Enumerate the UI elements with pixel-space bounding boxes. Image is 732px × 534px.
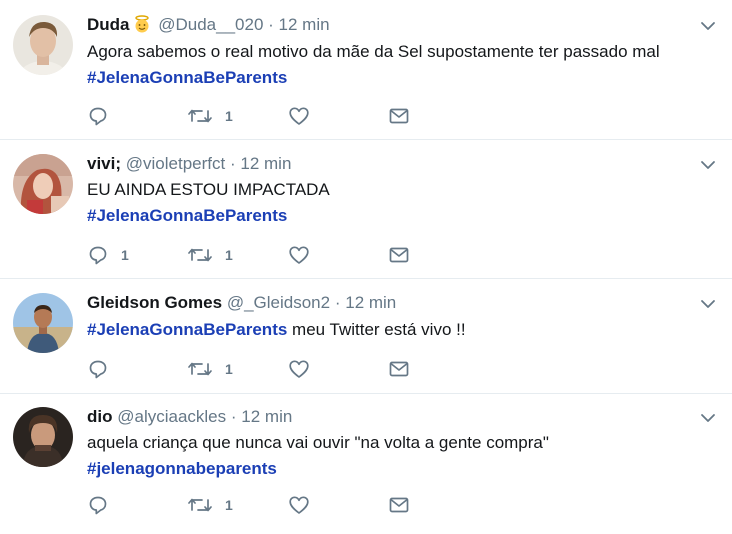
retweet-count: 1 [225,361,233,377]
user-screenname[interactable]: @violetperfct [126,154,225,173]
timeline: Duda @Duda__020 · 12 min Agora sabemos o… [0,0,732,534]
user-screenname[interactable]: @alyciaackles [117,407,226,426]
tweet-text: Agora sabemos o real motivo da mãe da Se… [87,39,660,91]
direct-message-button[interactable] [388,358,410,380]
tweet-text-line: EU AINDA ESTOU IMPACTADA [87,180,330,199]
user-fullname[interactable]: vivi; [87,154,121,173]
tweet-timestamp[interactable]: 12 min [241,407,292,426]
reply-count: 1 [121,247,129,263]
tweet-text: #JelenaGonnaBeParents meu Twitter está v… [87,317,466,343]
reply-button[interactable]: 1 [87,244,129,266]
tweet-text-line: aquela criança que nunca vai ouvir "na v… [87,433,549,452]
chevron-down-icon[interactable] [700,411,716,423]
angel-icon [132,15,152,33]
like-icon [288,358,310,380]
retweet-button[interactable]: 1 [187,244,233,266]
direct-message-button[interactable] [388,105,410,127]
like-icon [288,244,310,266]
retweet-icon [187,494,213,516]
tweet-text-after-hashtag: meu Twitter está vivo !! [287,320,466,339]
retweet-count: 1 [225,497,233,513]
direct-message-icon [388,358,410,380]
reply-icon [87,358,109,380]
chevron-down-icon[interactable] [700,158,716,170]
direct-message-button[interactable] [388,494,410,516]
user-screenname[interactable]: @Duda__020 [158,15,263,34]
direct-message-icon [388,105,410,127]
separator: · [268,15,274,34]
separator: · [230,407,237,426]
tweet-header: Gleidson Gomes @_Gleidson2 · 12 min [87,293,396,313]
retweet-button[interactable]: 1 [187,494,233,516]
like-icon [288,105,310,127]
tweet-actions: 1 [87,494,427,516]
like-button[interactable] [288,244,310,266]
chevron-down-icon[interactable] [700,297,716,309]
tweet-actions: 1 [87,358,427,380]
direct-message-button[interactable] [388,244,410,266]
reply-button[interactable] [87,105,121,127]
tweet-header: vivi; @violetperfct · 12 min [87,154,291,174]
avatar[interactable] [13,154,73,214]
hashtag-link[interactable]: #JelenaGonnaBeParents [87,68,287,87]
tweet-actions: 1 [87,105,427,127]
tweet-actions: 1 1 [87,244,427,266]
reply-button[interactable] [87,494,121,516]
tweet[interactable]: Gleidson Gomes @_Gleidson2 · 12 min #Jel… [0,279,732,394]
retweet-icon [187,105,213,127]
tweet[interactable]: dio @alyciaackles · 12 min aquela crianç… [0,394,732,534]
retweet-count: 1 [225,108,233,124]
avatar[interactable] [13,293,73,353]
tweet-timestamp[interactable]: 12 min [345,293,396,312]
avatar[interactable] [13,15,73,75]
hashtag-link[interactable]: #jelenagonnabeparents [87,459,277,478]
reply-button[interactable] [87,358,121,380]
tweet-text-line: Agora sabemos o real motivo da mãe da Se… [87,42,660,61]
hashtag-link[interactable]: #JelenaGonnaBeParents [87,206,287,225]
tweet-header: Duda @Duda__020 · 12 min [87,15,330,35]
like-button[interactable] [288,105,310,127]
reply-icon [87,105,109,127]
user-fullname[interactable]: Gleidson Gomes [87,293,222,312]
tweet[interactable]: Duda @Duda__020 · 12 min Agora sabemos o… [0,0,732,140]
reply-icon [87,244,109,266]
direct-message-icon [388,494,410,516]
user-screenname[interactable]: @_Gleidson2 [227,293,330,312]
retweet-button[interactable]: 1 [187,358,233,380]
like-button[interactable] [288,358,310,380]
tweet-timestamp[interactable]: 12 min [240,154,291,173]
hashtag-link[interactable]: #JelenaGonnaBeParents [87,320,287,339]
like-button[interactable] [288,494,310,516]
tweet[interactable]: vivi; @violetperfct · 12 min EU AINDA ES… [0,140,732,279]
retweet-icon [187,244,213,266]
avatar[interactable] [13,407,73,467]
user-fullname[interactable]: dio [87,407,113,426]
tweet-text: aquela criança que nunca vai ouvir "na v… [87,430,549,482]
chevron-down-icon[interactable] [700,19,716,31]
separator: · [229,154,236,173]
like-icon [288,494,310,516]
tweet-timestamp[interactable]: 12 min [279,15,330,34]
separator: · [334,293,341,312]
reply-icon [87,494,109,516]
retweet-button[interactable]: 1 [187,105,233,127]
retweet-count: 1 [225,247,233,263]
direct-message-icon [388,244,410,266]
tweet-header: dio @alyciaackles · 12 min [87,407,292,427]
tweet-text: EU AINDA ESTOU IMPACTADA #JelenaGonnaBeP… [87,177,330,229]
user-fullname[interactable]: Duda [87,15,130,34]
retweet-icon [187,358,213,380]
